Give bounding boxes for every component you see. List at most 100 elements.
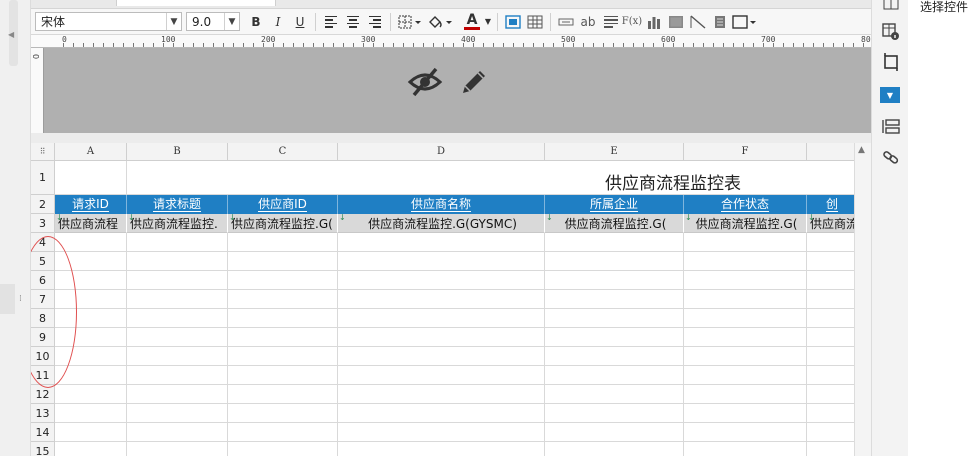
header-cell-b2[interactable]: 请求标题 (127, 195, 228, 214)
formula-button[interactable]: F(x) (621, 11, 643, 33)
collapse-arrow-icon[interactable]: ◀ (8, 30, 14, 39)
title-merged-cell[interactable]: 供应商流程监控表 (127, 161, 854, 195)
empty-rows[interactable] (55, 233, 854, 456)
align-left-button[interactable] (320, 11, 342, 33)
tab-active[interactable] (116, 0, 276, 6)
chart-button[interactable] (643, 11, 665, 33)
cell-attributes-button[interactable] (881, 22, 901, 42)
align-right-button[interactable] (364, 11, 386, 33)
column-header-d[interactable]: D (338, 143, 545, 161)
crop-frame-icon (884, 53, 898, 71)
wrap-text-icon: ab (580, 14, 596, 29)
fill-color-button[interactable] (425, 11, 455, 33)
document-button[interactable] (709, 11, 731, 33)
italic-icon: I (275, 14, 281, 29)
border-button[interactable] (395, 11, 425, 33)
format-toolbar: 宋体 ▼ 9.0 ▼ B I U A ▼ ab F(x) (31, 9, 871, 35)
ruler-label: 300 (361, 35, 376, 44)
header-cell-f2[interactable]: 合作状态 (684, 195, 807, 214)
data-binding-text: 供应商流 (810, 216, 854, 231)
column-header-b[interactable]: B (127, 143, 228, 161)
row-header[interactable]: 3 (31, 214, 55, 233)
chevron-down-icon[interactable]: ▼ (166, 13, 181, 30)
panel-grid-button[interactable] (881, 0, 901, 14)
document-icon (715, 15, 725, 28)
hyperlink-button[interactable] (881, 147, 901, 167)
row-header[interactable]: 1 (31, 161, 55, 195)
eye-slash-icon[interactable] (407, 66, 443, 98)
header-label: 合作状态 (720, 196, 769, 212)
paint-bucket-icon (429, 15, 452, 28)
vertical-scrollbar[interactable]: ▲ (854, 143, 871, 456)
header-cell-a2[interactable]: 请求ID (55, 195, 127, 214)
column-header-f[interactable]: F (684, 143, 807, 161)
table-icon (527, 15, 543, 28)
row-header[interactable]: 12 (31, 385, 55, 404)
row-header[interactable]: 2 (31, 195, 55, 214)
header-cell-g2[interactable]: 创 (807, 195, 854, 214)
header-label: 供应商ID (258, 196, 307, 212)
select-all-corner[interactable]: ⠿ (31, 143, 55, 161)
column-header-c[interactable]: C (228, 143, 338, 161)
report-header-band[interactable]: 0 (31, 48, 871, 133)
link-icon (883, 151, 899, 164)
diagonal-line-button[interactable] (687, 11, 709, 33)
dropdown-widget-button[interactable]: ▼ (880, 87, 900, 103)
row-header[interactable]: 13 (31, 404, 55, 423)
left-dock-handle[interactable] (0, 284, 15, 314)
shape-button[interactable] (731, 11, 759, 33)
font-family-select[interactable]: 宋体 ▼ (35, 12, 182, 31)
expand-marker-icon: ↓ (685, 214, 692, 222)
image-button[interactable] (665, 11, 687, 33)
row-header[interactable]: 15 (31, 442, 55, 456)
data-cell-d3[interactable]: ↓ 供应商流程监控.G(GYSMC) (338, 214, 545, 233)
header-cell-e2[interactable]: 所属企业 (545, 195, 684, 214)
band-separator (31, 133, 871, 143)
header-cell-d2[interactable]: 供应商名称 (338, 195, 545, 214)
column-header-e[interactable]: E (545, 143, 684, 161)
horizontal-ruler[interactable]: 0 100 200 300 400 500 600 700 80 (31, 35, 871, 48)
ruler-label: 700 (761, 35, 776, 44)
ruler-label: 100 (161, 35, 176, 44)
row-header[interactable]: 14 (31, 423, 55, 442)
data-cell-c3[interactable]: ↓ 供应商流程监控.G( (228, 214, 338, 233)
insert-text-button[interactable] (555, 11, 577, 33)
header-cell-c2[interactable]: 供应商ID (228, 195, 338, 214)
ruler-label: 400 (461, 35, 476, 44)
cell-a1[interactable] (55, 161, 127, 195)
chevron-down-icon[interactable]: ▼ (483, 11, 493, 33)
align-center-button[interactable] (342, 11, 364, 33)
data-cell-g3[interactable]: ↓ 供应商流 (807, 214, 854, 233)
form-widget-button[interactable] (881, 117, 901, 137)
toolbar-separator (390, 12, 391, 31)
text-box-icon (558, 18, 574, 25)
merge-cells-button[interactable] (524, 11, 546, 33)
data-cell-f3[interactable]: ↓ 供应商流程监控.G( (684, 214, 807, 233)
grip-icon[interactable]: ⁞ (19, 294, 22, 304)
header-label: 创 (826, 196, 839, 212)
data-cell-b3[interactable]: ↓ 供应商流程监控. (127, 214, 228, 233)
bold-button[interactable]: B (245, 11, 267, 33)
font-size-select[interactable]: 9.0 ▼ (186, 12, 240, 31)
cell-frame-icon (505, 14, 521, 29)
chevron-down-icon[interactable]: ▼ (224, 13, 239, 30)
scroll-up-icon[interactable]: ▲ (858, 145, 865, 155)
pencil-icon[interactable] (458, 66, 490, 98)
widget-frame-button[interactable] (881, 52, 901, 72)
underline-icon: U (295, 14, 305, 29)
column-header-a[interactable]: A (55, 143, 127, 161)
data-cell-e3[interactable]: ↓ 供应商流程监控.G( (545, 214, 684, 233)
toolbar-separator (315, 12, 316, 31)
panel-title: 选择控件 (920, 0, 969, 14)
bar-chart-icon (648, 16, 660, 29)
data-cell-a3[interactable]: ↓ 供应商流程 (55, 214, 127, 233)
insert-cell-button[interactable] (502, 11, 524, 33)
wrap-text-button[interactable]: ab (577, 11, 599, 33)
column-header-g[interactable] (807, 143, 854, 161)
paragraph-button[interactable] (599, 11, 621, 33)
spreadsheet-grid[interactable]: ⠿ A B C D E F 1 2 3 4 5 6 7 8 9 10 11 12… (31, 143, 854, 456)
italic-button[interactable]: I (267, 11, 289, 33)
left-gutter: ◀ ⁞ (0, 0, 31, 456)
right-icon-bar: ▼ (871, 0, 908, 456)
underline-button[interactable]: U (289, 11, 311, 33)
